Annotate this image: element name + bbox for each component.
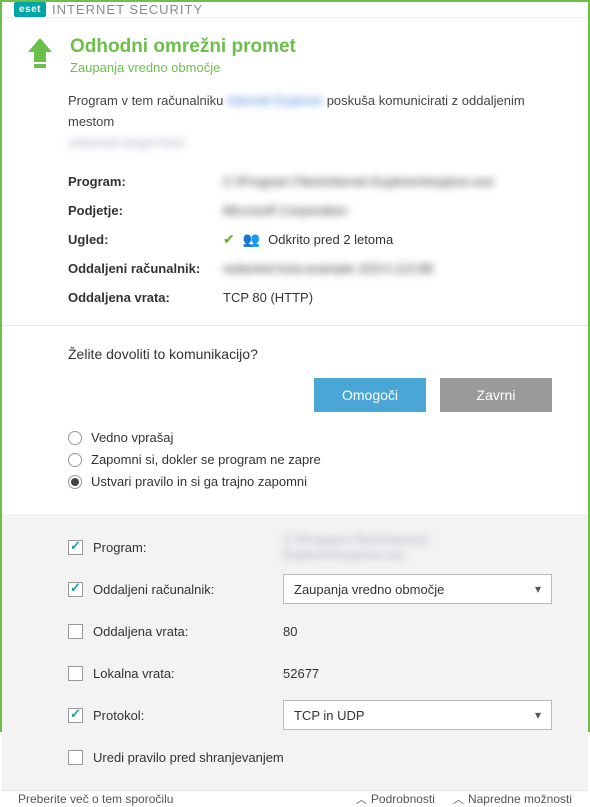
program-label: Program:: [68, 174, 223, 189]
intro-target-blurred: redacted target host: [68, 135, 184, 150]
reputation-label: Ugled:: [68, 232, 223, 247]
rule-remote-port-value: 80: [283, 624, 552, 639]
reputation-value: ✔ 👥 Odkrito pred 2 letoma: [223, 231, 564, 248]
radio-remember-until-close[interactable]: Zapomni si, dokler se program ne zapre: [68, 452, 564, 467]
read-more-link[interactable]: Preberite več o tem sporočilu: [18, 792, 338, 806]
remote-port-label: Oddaljena vrata:: [68, 290, 223, 305]
radio-icon: [68, 475, 82, 489]
rule-remote-label: Oddaljeni računalnik:: [93, 582, 283, 597]
select-value: Zaupanja vredno območje: [294, 582, 444, 597]
intro-part1: Program v tem računalniku: [68, 93, 227, 108]
rule-local-port-label: Lokalna vrata:: [93, 666, 283, 681]
eset-logo: eset: [14, 2, 46, 17]
checkbox-protocol[interactable]: [68, 708, 83, 723]
details-label: Podrobnosti: [371, 792, 435, 806]
rule-program-label: Program:: [93, 540, 283, 555]
details-toggle[interactable]: ︿ Podrobnosti: [356, 791, 435, 807]
intro-text: Program v tem računalniku Internet Explo…: [68, 91, 564, 153]
protocol-select[interactable]: TCP in UDP ▾: [283, 700, 552, 730]
radio-create-rule[interactable]: Ustvari pravilo in si ga trajno zapomni: [68, 474, 564, 489]
chevron-down-icon: ▾: [535, 708, 541, 722]
rule-protocol-label: Protokol:: [93, 708, 283, 723]
dialog-header: Odhodni omrežni promet Zaupanja vredno o…: [2, 18, 588, 85]
header-subtitle: Zaupanja vredno območje: [70, 60, 564, 75]
product-name: INTERNET SECURITY: [52, 2, 203, 17]
advanced-toggle[interactable]: ︿ Napredne možnosti: [453, 791, 572, 807]
radio-label: Vedno vprašaj: [91, 430, 173, 445]
rule-program-value: C:\Program Files\Internet Explorer\iexpl…: [283, 532, 552, 562]
reputation-text: Odkrito pred 2 letoma: [268, 232, 393, 247]
info-section: Program v tem računalniku Internet Explo…: [2, 85, 588, 326]
radio-label: Ustvari pravilo in si ga trajno zapomni: [91, 474, 307, 489]
question-text: Želite dovoliti to komunikacijo?: [2, 326, 588, 362]
footer: Preberite več o tem sporočilu ︿ Podrobno…: [2, 790, 588, 807]
outbound-arrow-icon: [26, 36, 54, 75]
checkbox-remote[interactable]: [68, 582, 83, 597]
checkbox-remote-port[interactable]: [68, 624, 83, 639]
deny-button[interactable]: Zavrni: [440, 378, 552, 412]
chevron-up-icon: ︿: [453, 791, 464, 807]
community-icon: 👥: [243, 231, 260, 248]
checkbox-local-port[interactable]: [68, 666, 83, 681]
radio-icon: [68, 431, 82, 445]
radio-label: Zapomni si, dokler se program ne zapre: [91, 452, 321, 467]
rule-edit-label: Uredi pravilo pred shranjevanjem: [93, 750, 284, 765]
allow-button[interactable]: Omogoči: [314, 378, 426, 412]
chevron-down-icon: ▾: [535, 582, 541, 596]
advanced-label: Napredne možnosti: [468, 792, 572, 806]
titlebar: eset INTERNET SECURITY: [2, 2, 588, 18]
remote-label: Oddaljeni računalnik:: [68, 261, 223, 276]
checkbox-program[interactable]: [68, 540, 83, 555]
program-value: C:\Program Files\Internet Explorer\iexpl…: [223, 174, 564, 189]
radio-always-ask[interactable]: Vedno vprašaj: [68, 430, 564, 445]
remote-port-value: TCP 80 (HTTP): [223, 290, 564, 305]
check-icon: ✔: [223, 231, 235, 248]
intro-app-blurred: Internet Explorer: [227, 93, 323, 108]
remote-select[interactable]: Zaupanja vredno območje ▾: [283, 574, 552, 604]
company-value: Microsoft Corporation: [223, 203, 564, 218]
checkbox-edit-before-save[interactable]: [68, 750, 83, 765]
radio-icon: [68, 453, 82, 467]
rule-remote-port-label: Oddaljena vrata:: [93, 624, 283, 639]
rule-local-port-value: 52677: [283, 666, 552, 681]
rule-panel: Program: C:\Program Files\Internet Explo…: [2, 514, 588, 790]
button-row: Omogoči Zavrni: [2, 362, 588, 430]
remember-options: Vedno vprašaj Zapomni si, dokler se prog…: [2, 430, 588, 514]
remote-value: redacted.host.example 203.0.113.88: [223, 261, 564, 276]
chevron-up-icon: ︿: [356, 791, 367, 807]
select-value: TCP in UDP: [294, 708, 365, 723]
company-label: Podjetje:: [68, 203, 223, 218]
header-title: Odhodni omrežni promet: [70, 36, 564, 58]
